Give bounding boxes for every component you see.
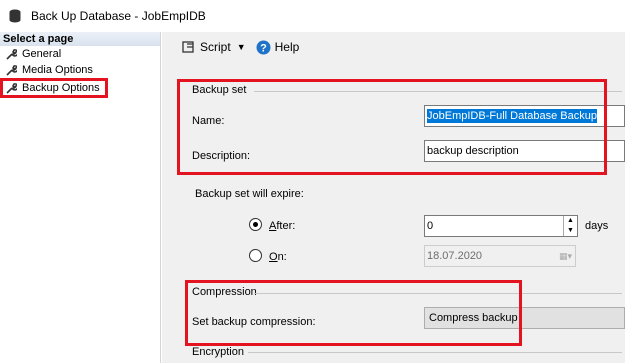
sidebar-item-label: Backup Options bbox=[22, 82, 100, 94]
backup-name-input[interactable]: JobEmpIDB-Full Database Backup bbox=[424, 105, 625, 127]
expire-label: Backup set will expire: bbox=[195, 188, 304, 200]
compression-select[interactable]: Compress backup bbox=[424, 307, 625, 329]
toolbar: Script ▼ ? Help bbox=[162, 32, 625, 62]
wrench-icon bbox=[6, 48, 17, 60]
compression-setting-label: Set backup compression: bbox=[192, 316, 316, 328]
encryption-group-label: Encryption bbox=[192, 346, 244, 358]
group-divider bbox=[254, 91, 622, 92]
on-date-picker[interactable]: 18.07.2020 ▦▾ bbox=[424, 245, 576, 267]
sidebar-item-media-options[interactable]: Media Options bbox=[0, 62, 160, 78]
title-bar: Back Up Database - JobEmpIDB bbox=[0, 0, 625, 32]
days-unit-label: days bbox=[585, 220, 609, 232]
after-label: After: bbox=[269, 220, 296, 232]
sidebar-item-backup-options[interactable]: Backup Options bbox=[0, 78, 108, 98]
sidebar-item-general[interactable]: General bbox=[0, 46, 160, 62]
database-icon bbox=[9, 9, 21, 23]
help-button[interactable]: ? Help bbox=[256, 40, 300, 55]
script-label: Script bbox=[200, 40, 231, 54]
on-radio[interactable] bbox=[249, 249, 262, 262]
spin-down-icon[interactable]: ▼ bbox=[564, 226, 577, 236]
page-selector-sidebar: Select a page General Media Options Back… bbox=[0, 32, 161, 363]
script-icon bbox=[182, 41, 194, 53]
group-divider bbox=[248, 352, 622, 353]
script-button[interactable]: Script ▼ bbox=[182, 40, 246, 54]
description-label: Description: bbox=[192, 150, 251, 162]
help-label: Help bbox=[274, 40, 300, 54]
spin-up-icon[interactable]: ▲ bbox=[564, 216, 577, 226]
calendar-dropdown-icon[interactable]: ▦▾ bbox=[559, 246, 572, 266]
backup-set-group-label: Backup set bbox=[192, 84, 247, 96]
after-days-value: 0 bbox=[427, 220, 434, 232]
sidebar-item-label: Media Options bbox=[22, 64, 93, 76]
after-radio[interactable] bbox=[249, 218, 262, 231]
help-icon: ? bbox=[256, 40, 271, 54]
backup-name-value: JobEmpIDB-Full Database Backup bbox=[427, 109, 597, 123]
group-divider bbox=[254, 293, 622, 294]
after-days-input[interactable]: 0 bbox=[424, 215, 578, 237]
chevron-down-icon[interactable]: ▼ bbox=[237, 42, 246, 52]
sidebar-header: Select a page bbox=[0, 32, 160, 46]
svg-text:?: ? bbox=[260, 42, 267, 54]
window-title: Back Up Database - JobEmpIDB bbox=[31, 9, 206, 23]
wrench-icon bbox=[6, 82, 17, 94]
backup-description-input[interactable]: backup description bbox=[424, 140, 625, 162]
name-label: Name: bbox=[192, 115, 225, 127]
wrench-icon bbox=[6, 64, 17, 76]
compression-group-label: Compression bbox=[192, 286, 257, 298]
sidebar-item-label: General bbox=[22, 48, 62, 60]
main-panel: Script ▼ ? Help Backup set Name: JobEmpI… bbox=[162, 32, 625, 363]
on-date-value: 18.07.2020 bbox=[427, 250, 483, 262]
on-label: On: bbox=[269, 251, 287, 263]
after-days-spinner[interactable]: ▲ ▼ bbox=[563, 216, 577, 236]
